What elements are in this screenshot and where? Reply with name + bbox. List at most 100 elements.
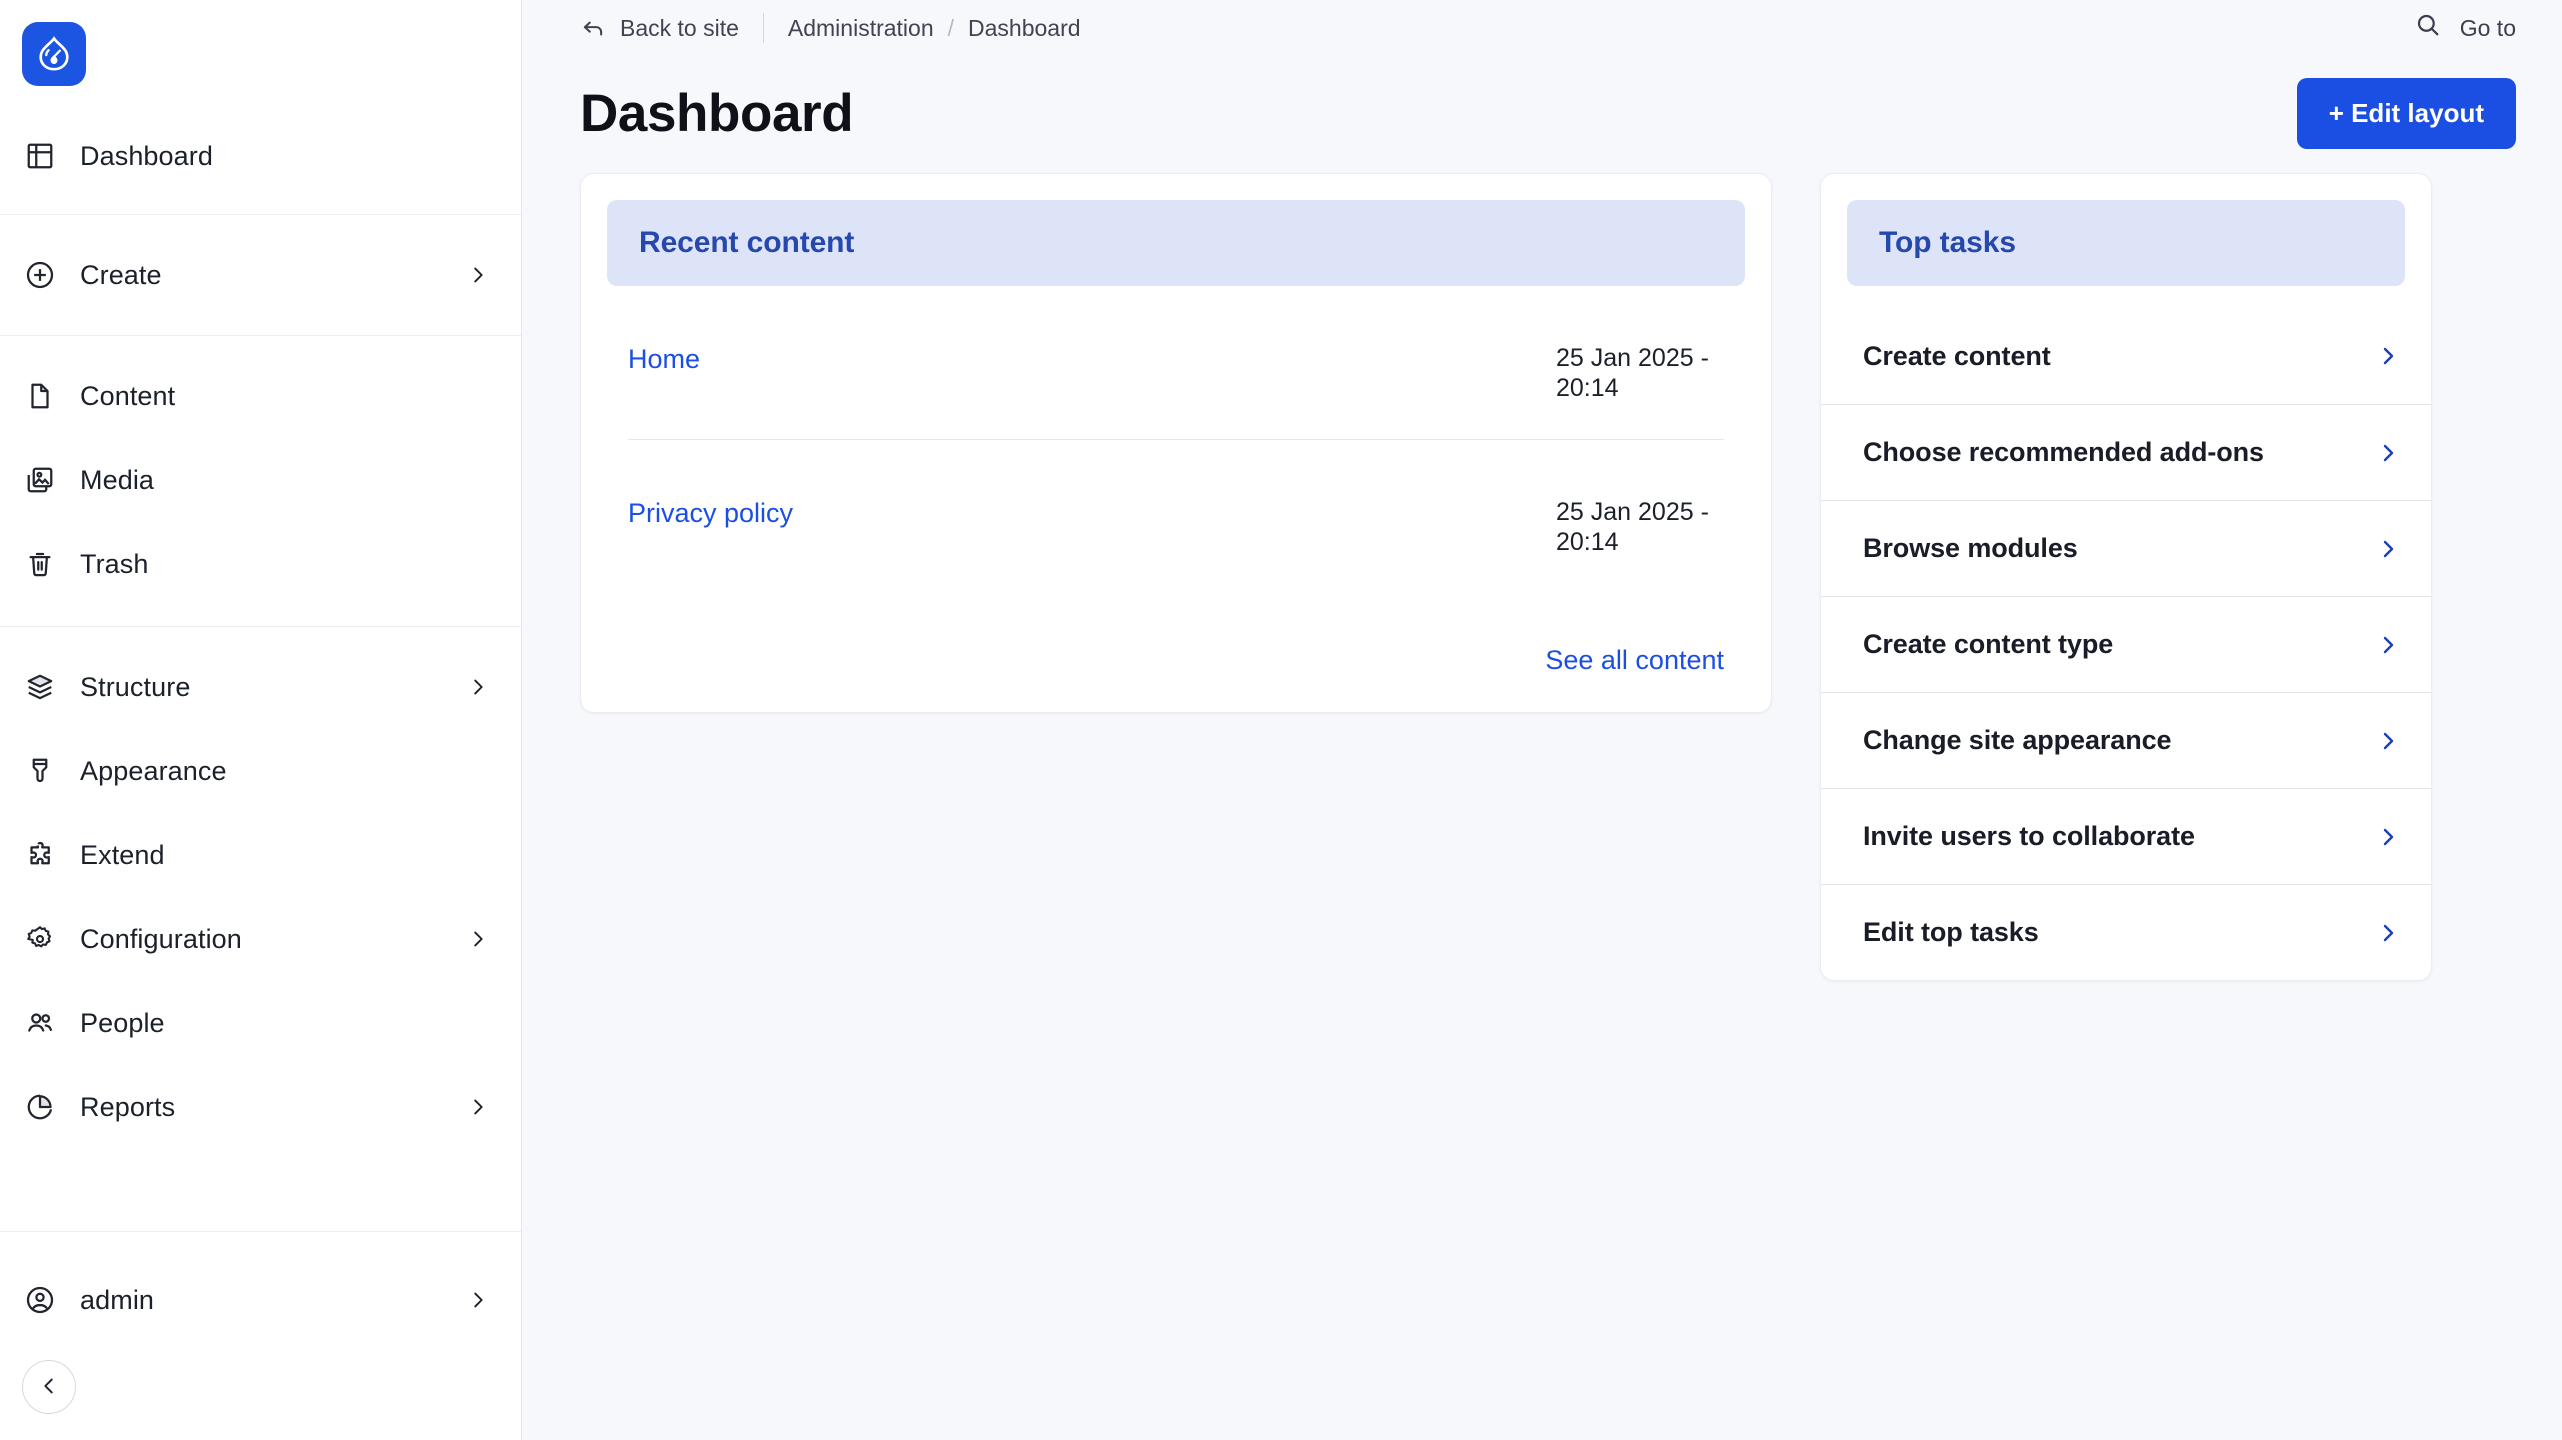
sidebar-item-label: Dashboard	[80, 140, 213, 171]
content-title-link[interactable]: Privacy policy	[628, 498, 793, 529]
sidebar-item-account[interactable]: admin	[0, 1258, 521, 1342]
plus-circle-icon	[22, 257, 58, 293]
sidebar-item-label: Reports	[80, 1091, 176, 1122]
chevron-right-icon	[2375, 343, 2401, 369]
recent-content-list: Home 25 Jan 2025 - 20:14 Privacy policy …	[607, 286, 1745, 593]
top-task-label: Browse modules	[1863, 533, 2078, 564]
chevron-right-icon	[2375, 824, 2401, 850]
sidebar-group-create: Create	[0, 214, 521, 335]
sidebar-footer: admin	[0, 1231, 521, 1440]
recent-content-card: Recent content Home 25 Jan 2025 - 20:14 …	[580, 173, 1772, 713]
top-task-label: Create content type	[1863, 629, 2114, 660]
sidebar-item-extend[interactable]: Extend	[0, 813, 521, 897]
sidebar-item-dashboard[interactable]: Dashboard	[0, 114, 521, 198]
see-all-content-link[interactable]: See all content	[1545, 645, 1724, 676]
breadcrumb-current: Dashboard	[968, 14, 1081, 41]
go-to-label: Go to	[2459, 14, 2516, 41]
chevron-right-icon	[465, 926, 491, 952]
account-label: admin	[80, 1284, 155, 1315]
search-icon	[2414, 11, 2442, 45]
recent-content-heading: Recent content	[639, 226, 855, 259]
top-task-label: Create content	[1863, 340, 2051, 371]
content-date: 25 Jan 2025 - 20:14	[1556, 344, 1709, 402]
recent-content-header: Recent content	[607, 200, 1745, 286]
top-task-browse-modules[interactable]: Browse modules	[1821, 500, 2431, 596]
back-to-site-label: Back to site	[620, 14, 739, 41]
sidebar-collapse-button[interactable]	[22, 1360, 76, 1414]
chevron-right-icon	[465, 1287, 491, 1313]
top-tasks-list: Create content Choose recommended add-on…	[1821, 308, 2431, 980]
pie-chart-icon	[22, 1089, 58, 1125]
sidebar-item-label: Structure	[80, 671, 191, 702]
sidebar-item-create[interactable]: Create	[0, 233, 521, 317]
top-tasks-card: Top tasks Create content Choose recommen…	[1820, 173, 2432, 981]
top-tasks-header: Top tasks	[1847, 200, 2405, 286]
top-task-choose-recommended-add-ons[interactable]: Choose recommended add-ons	[1821, 404, 2431, 500]
sidebar-item-label: Extend	[80, 839, 165, 870]
table-row: Home 25 Jan 2025 - 20:14	[628, 286, 1724, 439]
back-to-site-link[interactable]: Back to site	[580, 15, 739, 42]
breadcrumb-divider	[762, 13, 764, 43]
chevron-right-icon	[2375, 440, 2401, 466]
users-icon	[22, 1005, 58, 1041]
sidebar-group-admin: Structure Appearance Extend Configuratio…	[0, 626, 521, 1175]
admin-sidebar: Dashboard Create Content Media Trash Str…	[0, 0, 522, 1440]
breadcrumb-administration[interactable]: Administration	[788, 15, 934, 42]
content-title-link[interactable]: Home	[628, 344, 700, 375]
sidebar-group-primary: Dashboard	[0, 86, 521, 214]
sidebar-item-label: Trash	[80, 548, 149, 579]
top-task-change-site-appearance[interactable]: Change site appearance	[1821, 692, 2431, 788]
layers-icon	[22, 669, 58, 705]
dashboard-grid-icon	[22, 138, 58, 174]
sidebar-item-content[interactable]: Content	[0, 354, 521, 438]
top-tasks-heading: Top tasks	[1879, 226, 2016, 259]
sidebar-item-label: Appearance	[80, 755, 227, 786]
sidebar-item-label: Media	[80, 464, 155, 495]
top-task-label: Edit top tasks	[1863, 917, 2039, 948]
document-icon	[22, 378, 58, 414]
sidebar-item-trash[interactable]: Trash	[0, 522, 521, 606]
sidebar-item-appearance[interactable]: Appearance	[0, 729, 521, 813]
top-task-create-content-type[interactable]: Create content type	[1821, 596, 2431, 692]
see-all-wrap: See all content	[607, 593, 1745, 686]
sidebar-item-label: Create	[80, 259, 162, 290]
top-task-create-content[interactable]: Create content	[1821, 308, 2431, 404]
paintbrush-icon	[22, 753, 58, 789]
dashboard-grid: Recent content Home 25 Jan 2025 - 20:14 …	[522, 173, 2562, 1440]
sidebar-item-structure[interactable]: Structure	[0, 645, 521, 729]
top-task-label: Choose recommended add-ons	[1863, 437, 2264, 468]
chevron-right-icon	[2375, 632, 2401, 658]
edit-layout-button[interactable]: + Edit layout	[2296, 78, 2516, 149]
sidebar-item-people[interactable]: People	[0, 981, 521, 1065]
sidebar-item-label: Configuration	[80, 923, 242, 954]
sidebar-item-configuration[interactable]: Configuration	[0, 897, 521, 981]
chevron-left-icon	[38, 1375, 60, 1400]
drupal-logo-link[interactable]	[22, 22, 86, 86]
breadcrumb: Back to site Administration / Dashboard	[580, 13, 2414, 43]
top-task-label: Invite users to collaborate	[1863, 821, 2195, 852]
sidebar-group-content: Content Media Trash	[0, 335, 521, 626]
top-task-invite-users-to-collaborate[interactable]: Invite users to collaborate	[1821, 788, 2431, 884]
sidebar-item-label: People	[80, 1007, 165, 1038]
sidebar-item-media[interactable]: Media	[0, 438, 521, 522]
table-row: Privacy policy 25 Jan 2025 - 20:14	[628, 439, 1724, 593]
image-stack-icon	[22, 462, 58, 498]
top-task-edit-top-tasks[interactable]: Edit top tasks	[1821, 884, 2431, 980]
top-task-label: Change site appearance	[1863, 725, 2172, 756]
main-region: Back to site Administration / Dashboard …	[522, 0, 2562, 1440]
admin-app-root: Dashboard Create Content Media Trash Str…	[0, 0, 2562, 1440]
chevron-right-icon	[2375, 536, 2401, 562]
content-date: 25 Jan 2025 - 20:14	[1556, 498, 1709, 556]
go-to-search-button[interactable]: Go to	[2414, 11, 2516, 45]
gear-icon	[22, 921, 58, 957]
chevron-right-icon	[465, 674, 491, 700]
sidebar-item-reports[interactable]: Reports	[0, 1065, 521, 1149]
puzzle-piece-icon	[22, 837, 58, 873]
chevron-right-icon	[2375, 920, 2401, 946]
user-circle-icon	[22, 1282, 58, 1318]
sidebar-item-label: Content	[80, 380, 176, 411]
collapse-wrap	[0, 1342, 521, 1440]
page-header: Dashboard + Edit layout	[522, 56, 2562, 173]
drupal-droplet-icon	[35, 35, 73, 73]
